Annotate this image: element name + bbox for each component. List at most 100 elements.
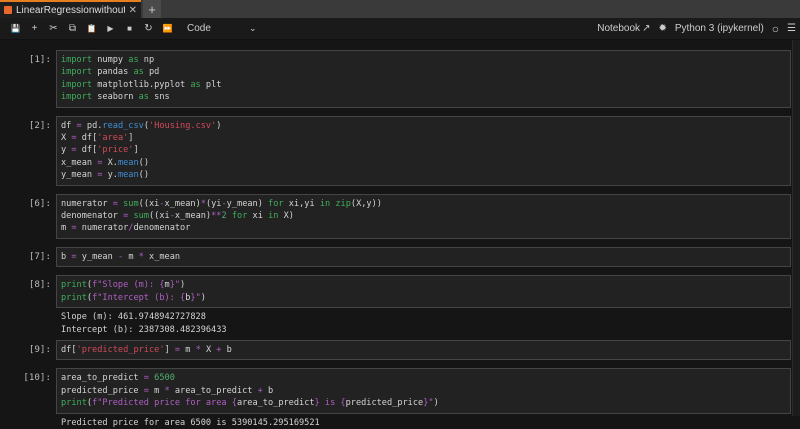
code-editor[interactable]: df = pd.read_csv('Housing.csv') X = df['a… xyxy=(56,115,791,186)
tab-bar: LinearRegressionwithoutsscik ✕ + xyxy=(0,0,800,18)
code-line: y_mean = y.mean() xyxy=(61,169,786,181)
code-token: np xyxy=(138,55,155,65)
code-token: b xyxy=(61,251,72,262)
code-token: ) xyxy=(180,280,186,291)
execution-count: [1]: xyxy=(28,54,51,65)
add-cell-icon[interactable]: + xyxy=(25,23,44,34)
code-token: as xyxy=(128,55,139,65)
code-editor[interactable]: numerator = sum((xi-x_mean)*(yi-y_mean) … xyxy=(56,193,791,239)
code-line: numerator = sum((xi-x_mean)*(yi-y_mean) … xyxy=(61,198,786,210)
code-line: import seaborn as sns xyxy=(61,91,786,103)
code-token: f"Predicted price for area { xyxy=(92,398,237,409)
code-line: x_mean = X.mean() xyxy=(61,157,786,169)
code-token: print xyxy=(61,398,87,409)
cell-type-select[interactable]: Code xyxy=(187,23,249,34)
code-token: df[ xyxy=(76,145,98,156)
code-cell[interactable]: [7]: b = y_mean - m * x_mean xyxy=(0,246,791,268)
code-line: denomenator = sum((xi-x_mean)**2 for xi … xyxy=(61,210,786,222)
code-token: denomenator xyxy=(61,211,124,222)
kernel-name[interactable]: Python 3 (ipykernel) xyxy=(675,23,764,34)
code-token: as xyxy=(138,92,149,103)
code-line: print(f"Slope (m): {m}") xyxy=(61,279,786,291)
code-token: as xyxy=(190,79,201,90)
code-cell[interactable]: [9]: df['predicted_price'] = m * X + b xyxy=(0,339,791,361)
code-cell[interactable]: [6]: numerator = sum((xi-x_mean)*(yi-y_me… xyxy=(0,193,791,239)
code-token: ] xyxy=(164,344,175,355)
restart-icon[interactable]: ↻ xyxy=(139,23,158,34)
notebook-toolbar: 💾 + ✂ ⧉ 📋 ▶ ■ ↻ ⏩ Code ⌄ Notebook ↗ ✹ Py… xyxy=(0,18,800,40)
code-line: predicted_price = m * area_to_predict + … xyxy=(61,385,786,397)
code-token: denomenator xyxy=(133,223,191,234)
code-token: x_mean xyxy=(143,251,181,262)
execution-count: [2]: xyxy=(28,119,51,131)
code-token: xi xyxy=(247,211,269,222)
code-token: X xyxy=(200,344,217,355)
code-token: pd xyxy=(143,67,160,78)
code-token: zip xyxy=(335,198,351,209)
code-token: seaborn xyxy=(92,92,139,103)
code-editor[interactable]: b = y_mean - m * x_mean xyxy=(56,246,791,268)
code-token: ** xyxy=(211,211,222,222)
cell-output: Slope (m): 461.9748942727828 Intercept (… xyxy=(61,312,227,335)
code-token: import xyxy=(61,92,93,103)
code-token: }" xyxy=(423,398,434,409)
close-icon[interactable]: ✕ xyxy=(129,5,137,16)
menu-icon[interactable]: ☰ xyxy=(787,23,796,34)
code-token: 'predicted_price' xyxy=(76,344,165,355)
code-token: area_to_predict xyxy=(236,398,315,409)
code-editor[interactable]: df['predicted_price'] = m * X + b xyxy=(56,339,791,361)
code-cell[interactable]: [10]: area_to_predict = 6500 predicted_pri… xyxy=(0,368,791,414)
stop-icon[interactable]: ■ xyxy=(120,24,139,33)
code-token: x_mean) xyxy=(174,211,212,222)
external-link-icon[interactable]: ↗ xyxy=(642,23,650,34)
execution-count: [6]: xyxy=(28,197,51,209)
copy-icon[interactable]: ⧉ xyxy=(63,23,82,34)
code-token: b xyxy=(262,385,274,396)
code-token: predicted_price xyxy=(61,385,144,396)
notebook-label[interactable]: Notebook xyxy=(597,23,640,34)
code-cell[interactable]: [2]: df = pd.read_csv('Housing.csv') X = d… xyxy=(0,115,791,186)
new-tab-button[interactable]: + xyxy=(143,0,161,18)
code-token: 'Housing.csv' xyxy=(149,120,217,131)
code-cell[interactable]: [1]: import numpy as np import pandas as p… xyxy=(0,50,791,108)
cut-icon[interactable]: ✂ xyxy=(44,23,63,34)
code-token: y_mean) xyxy=(226,198,269,209)
code-editor[interactable]: area_to_predict = 6500 predicted_price = … xyxy=(56,368,791,414)
code-line: df['predicted_price'] = m * X + b xyxy=(61,344,786,356)
run-all-icon[interactable]: ⏩ xyxy=(158,24,177,33)
scrollbar[interactable] xyxy=(792,40,800,416)
code-cell[interactable]: [8]: print(f"Slope (m): {m}") print(f"Inte… xyxy=(0,275,791,309)
code-line: b = y_mean - m * x_mean xyxy=(61,251,786,263)
code-token: import xyxy=(61,79,93,90)
code-token: b xyxy=(221,344,232,355)
code-token: for xyxy=(231,211,248,222)
code-token: m xyxy=(123,251,139,262)
code-token: }" xyxy=(190,292,201,303)
code-token: y_mean xyxy=(61,170,98,181)
cell-output: Predicted price for area 6500 is 5390145… xyxy=(61,417,320,428)
code-line: area_to_predict = 6500 xyxy=(61,372,786,384)
code-token: () xyxy=(138,170,149,181)
code-line: import pandas as pd xyxy=(61,66,786,78)
code-token: 6500 xyxy=(154,373,175,384)
code-token: f"Intercept (b): { xyxy=(92,292,186,303)
code-token: mean xyxy=(117,157,139,168)
code-editor[interactable]: import numpy as np import pandas as pd imp… xyxy=(56,50,791,108)
notebook-icon xyxy=(4,6,12,14)
code-token: }" xyxy=(169,280,181,291)
chevron-down-icon[interactable]: ⌄ xyxy=(249,23,257,34)
code-token: ) xyxy=(200,292,206,303)
run-icon[interactable]: ▶ xyxy=(101,24,120,33)
paste-icon[interactable]: 📋 xyxy=(82,24,101,33)
tab-notebook[interactable]: LinearRegressionwithoutsscik ✕ xyxy=(0,0,141,18)
code-token: sum xyxy=(133,211,149,222)
code-token: 'price' xyxy=(97,145,134,156)
save-icon[interactable]: 💾 xyxy=(6,24,25,33)
code-token: plt xyxy=(200,79,222,90)
code-token: ] xyxy=(133,145,139,156)
code-token: X xyxy=(61,133,72,144)
code-token: xi,yi xyxy=(283,198,320,209)
code-line: y = df['price'] xyxy=(61,144,786,156)
code-editor[interactable]: print(f"Slope (m): {m}") print(f"Intercep… xyxy=(56,275,791,309)
bug-icon[interactable]: ✹ xyxy=(658,23,666,34)
